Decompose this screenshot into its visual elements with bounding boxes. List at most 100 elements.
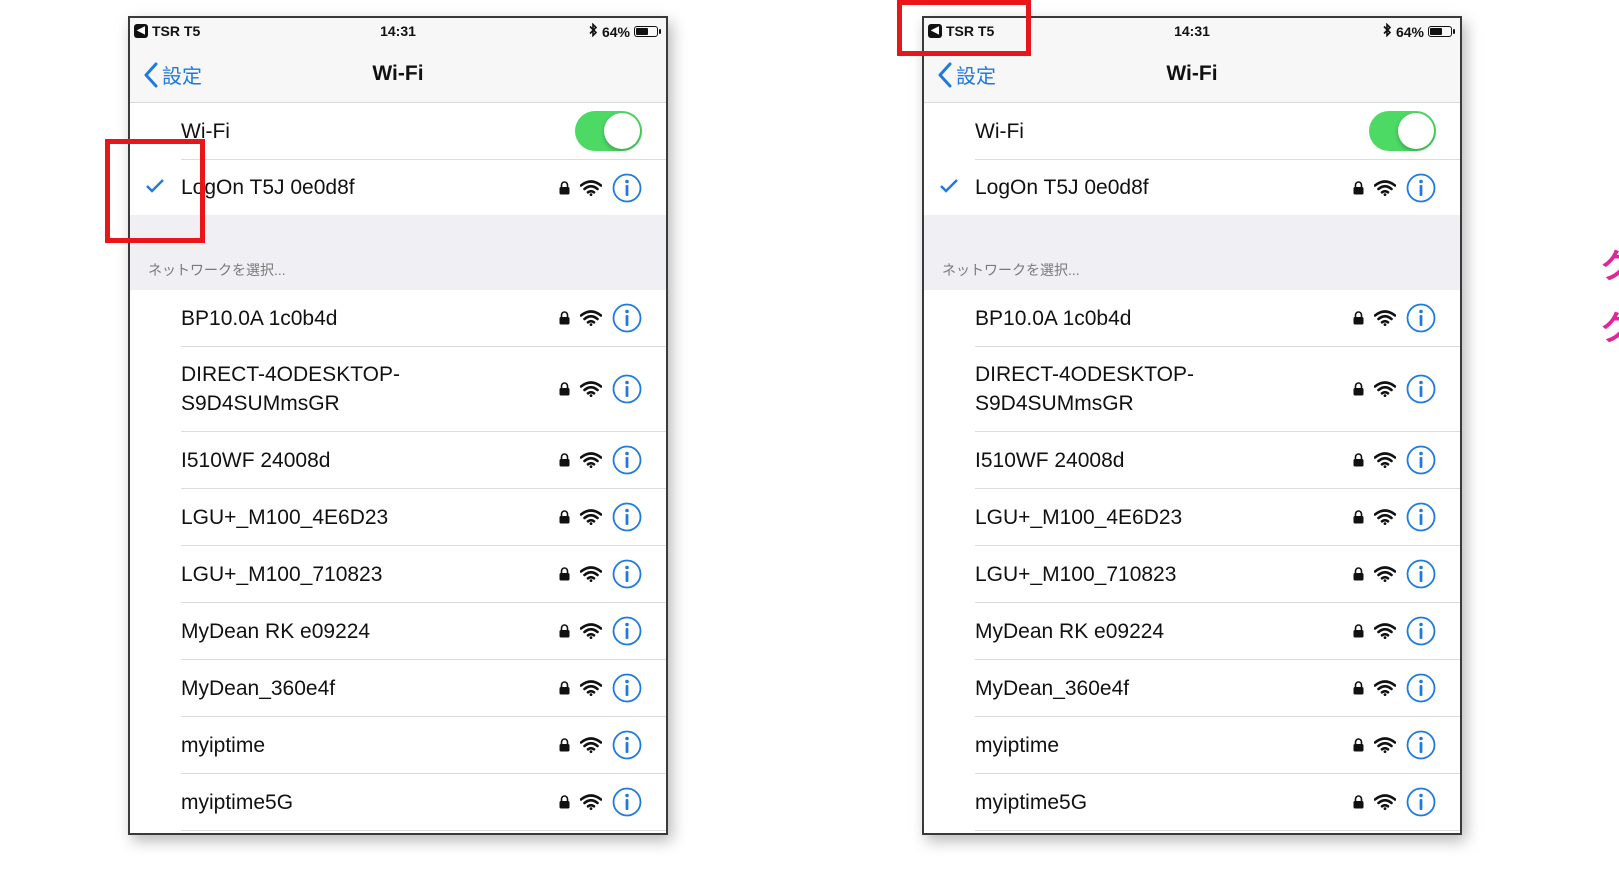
network-row[interactable]: MyDean_360e4f [924,660,1460,716]
network-row[interactable]: DIRECT-4ODESKTOP- S9D4SUMmsGR [924,347,1460,431]
wifi-signal-icon [580,452,602,468]
wifi-signal-icon [580,509,602,525]
wifi-signal-icon [1374,310,1396,326]
network-icons [559,303,642,333]
screenshot-left: ◀ TSR T5 14:31 64% 設定 Wi-Fi Wi-Fi LogOn … [128,16,668,835]
wifi-signal-icon [1374,381,1396,397]
network-name: BP10.0A 1c0b4d [181,306,338,330]
status-right: 64% [1382,22,1455,40]
lock-icon [559,180,570,195]
lock-icon [559,453,570,467]
network-row[interactable]: BP10.0A 1c0b4d [130,290,666,346]
network-row[interactable]: myiptime [130,717,666,773]
info-icon[interactable] [1406,502,1436,532]
network-row[interactable]: I510WF 24008d [924,432,1460,488]
lock-icon [1353,311,1364,325]
network-row[interactable]: LGU+_M100_4E6D23 [924,489,1460,545]
page-title: Wi-Fi [1166,62,1218,85]
network-row[interactable]: MyDean RK e09224 [924,603,1460,659]
wifi-signal-icon [1374,737,1396,753]
info-icon[interactable] [612,445,642,475]
lock-icon [559,382,570,396]
screenshot-right: ◀ TSR T5 14:31 64% 設定 Wi-Fi Wi-Fi LogOn … [922,16,1462,835]
wifi-toggle[interactable] [1369,111,1436,151]
lock-icon [559,311,570,325]
info-icon[interactable] [1406,374,1436,404]
divider [975,830,1460,831]
bluetooth-icon [588,22,598,40]
network-name: myiptime5G [181,790,294,814]
lock-icon [1353,738,1364,752]
network-icons [559,616,642,646]
wifi-signal-icon [1374,452,1396,468]
network-row[interactable]: myiptime5G [924,774,1460,830]
lock-icon [1353,453,1364,467]
status-time: 14:31 [380,23,416,39]
info-icon[interactable] [612,559,642,589]
info-icon[interactable] [612,374,642,404]
network-name: LGU+_M100_4E6D23 [181,505,389,529]
network-row[interactable]: BP10.0A 1c0b4d [924,290,1460,346]
info-icon[interactable] [612,730,642,760]
info-icon[interactable] [1406,173,1436,203]
connected-network-row[interactable]: LogOn T5J 0e0d8f [924,160,1460,215]
network-icons [559,787,642,817]
network-name: MyDean_360e4f [975,676,1130,700]
network-row[interactable]: myiptime [924,717,1460,773]
info-icon[interactable] [1406,616,1436,646]
info-icon[interactable] [1406,445,1436,475]
info-icon[interactable] [1406,730,1436,760]
wifi-toggle-label: Wi-Fi [181,119,230,143]
section-header: ネットワークを選択... [942,262,1080,278]
info-icon[interactable] [1406,303,1436,333]
network-icons [1353,173,1436,203]
network-name: myiptime [975,733,1060,757]
status-time: 14:31 [1174,23,1210,39]
wifi-signal-icon [1374,680,1396,696]
toggle-knob [1398,113,1434,149]
network-icons [559,559,642,589]
lock-icon [1353,624,1364,638]
page-title: Wi-Fi [372,62,424,85]
status-bar: ◀ TSR T5 14:31 64% [130,18,666,46]
lock-icon [559,567,570,581]
network-row[interactable]: LGU+_M100_710823 [924,546,1460,602]
info-icon[interactable] [612,616,642,646]
network-row[interactable]: MyDean RK e09224 [130,603,666,659]
network-icons [1353,445,1436,475]
network-row[interactable]: I510WF 24008d [130,432,666,488]
info-icon[interactable] [612,303,642,333]
network-row[interactable]: LGU+_M100_710823 [130,546,666,602]
wifi-signal-icon [580,381,602,397]
wifi-signal-icon [580,566,602,582]
wifi-signal-icon [1374,509,1396,525]
info-icon[interactable] [1406,559,1436,589]
connected-network-row[interactable]: LogOn T5J 0e0d8f [130,160,666,215]
lock-icon [559,681,570,695]
network-name: MyDean RK e09224 [975,619,1165,643]
network-row[interactable]: myiptime5G [130,774,666,830]
lock-icon [1353,681,1364,695]
network-name: DIRECT-4ODESKTOP- S9D4SUMmsGR [181,363,400,415]
wifi-toggle[interactable] [575,111,642,151]
network-icons [559,173,642,203]
divider [181,830,666,831]
wifi-signal-icon [580,794,602,810]
battery-fill [636,28,649,35]
network-icons [1353,303,1436,333]
section-header: ネットワークを選択... [148,262,286,278]
info-icon[interactable] [1406,787,1436,817]
network-name: I510WF 24008d [181,448,331,472]
info-icon[interactable] [1406,673,1436,703]
info-icon[interactable] [612,673,642,703]
network-row[interactable]: LGU+_M100_4E6D23 [130,489,666,545]
network-name: BP10.0A 1c0b4d [975,306,1132,330]
info-icon[interactable] [612,173,642,203]
network-row[interactable]: DIRECT-4ODESKTOP- S9D4SUMmsGR [130,347,666,431]
info-icon[interactable] [612,502,642,532]
info-icon[interactable] [612,787,642,817]
network-row[interactable]: MyDean_360e4f [130,660,666,716]
wifi-signal-icon [1374,623,1396,639]
network-icons [1353,559,1436,589]
lock-icon [1353,567,1364,581]
